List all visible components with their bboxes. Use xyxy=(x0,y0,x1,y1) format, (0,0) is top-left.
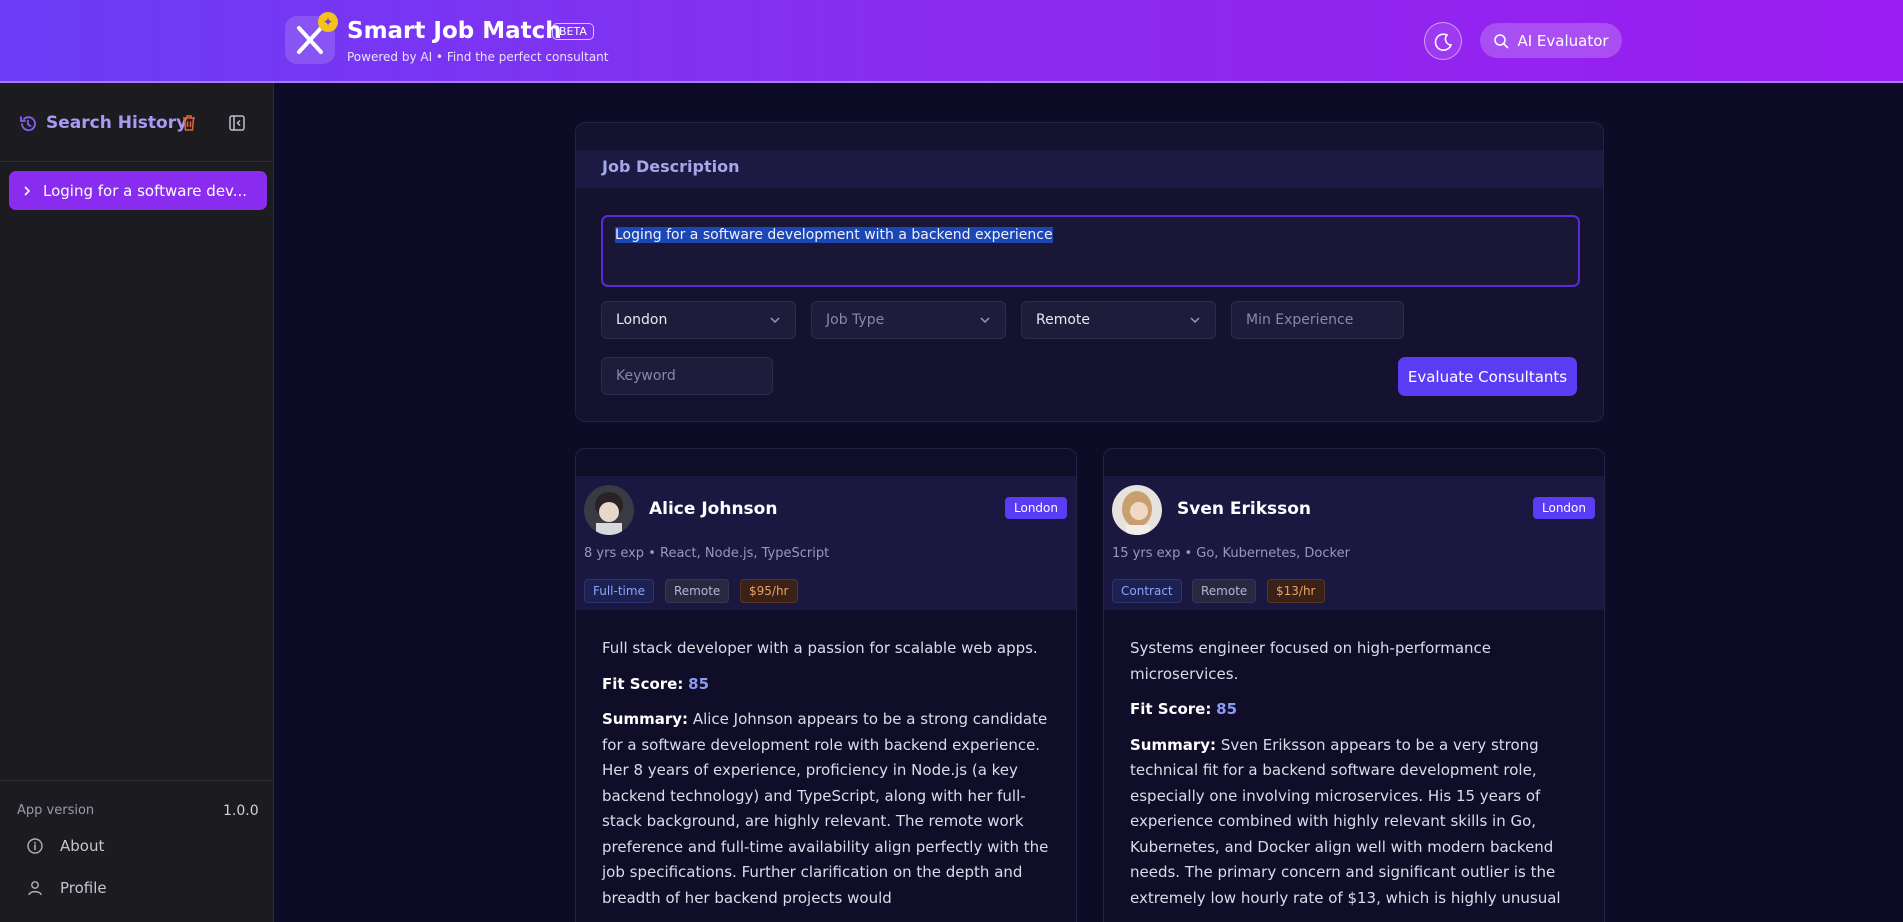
user-icon xyxy=(28,881,42,896)
summary-text: Alice Johnson appears to be a strong can… xyxy=(602,710,1049,907)
fit-score-label: Fit Score: xyxy=(1130,700,1212,718)
chevron-down-icon xyxy=(770,317,780,324)
trash-icon[interactable] xyxy=(181,114,197,132)
summary: Summary: Alice Johnson appears to be a s… xyxy=(602,707,1057,911)
work-mode-tag: Remote xyxy=(1192,579,1257,603)
chevron-down-icon xyxy=(1190,317,1200,324)
evaluate-consultants-button[interactable]: Evaluate Consultants xyxy=(1398,357,1577,396)
job-description-panel: Job Description Loging for a software de… xyxy=(575,122,1604,422)
work-mode-value: Remote xyxy=(1036,312,1091,328)
fit-score-value: 85 xyxy=(688,674,710,693)
sidebar-title: Search History xyxy=(46,113,188,133)
avatar xyxy=(584,485,634,535)
job-type-tag: Full-time xyxy=(584,579,654,603)
job-description-input[interactable]: Loging for a software development with a… xyxy=(601,215,1580,287)
app-version-label: App version xyxy=(17,803,95,818)
job-description-text: Loging for a software development with a… xyxy=(615,227,1053,243)
consultant-bio: Full stack developer with a passion for … xyxy=(602,639,1038,657)
beta-badge: BETA xyxy=(552,23,594,40)
card-body: Full stack developer with a passion for … xyxy=(602,636,1057,921)
consultant-card: Alice Johnson London 8 yrs exp • React, … xyxy=(575,448,1077,922)
app-subtitle: Powered by AI • Find the perfect consult… xyxy=(347,50,609,64)
work-mode-tag: Remote xyxy=(665,579,730,603)
fit-score: Fit Score: 85 xyxy=(1130,697,1585,723)
about-label: About xyxy=(60,837,105,855)
consultant-name: Sven Eriksson xyxy=(1177,499,1312,519)
sparkle-icon: ✦ xyxy=(318,12,338,32)
history-item[interactable]: Loging for a software dev... xyxy=(9,171,267,210)
app-header: ✦ Smart Job Match BETA Powered by AI • F… xyxy=(0,0,1903,83)
summary-text: Sven Eriksson appears to be a very stron… xyxy=(1130,735,1561,907)
min-experience-placeholder: Min Experience xyxy=(1246,312,1354,328)
job-type-tag: Contract xyxy=(1112,579,1182,603)
fit-score: Fit Score: 85 xyxy=(602,672,1057,698)
app-version-value: 1.0.0 xyxy=(223,803,259,819)
fit-score-value: 85 xyxy=(1216,700,1238,718)
profile-label: Profile xyxy=(60,879,107,897)
consultant-card: Sven Eriksson London 15 yrs exp • Go, Ku… xyxy=(1103,448,1605,922)
keyword-input[interactable]: Keyword xyxy=(601,357,773,395)
location-badge: London xyxy=(1005,497,1067,519)
min-experience-input[interactable]: Min Experience xyxy=(1231,301,1404,339)
theme-toggle-button[interactable] xyxy=(1424,22,1462,60)
consultant-meta: 8 yrs exp • React, Node.js, TypeScript xyxy=(584,546,830,561)
collapse-sidebar-icon[interactable] xyxy=(228,114,246,132)
sidebar-footer-divider xyxy=(0,780,274,781)
summary-label: Summary: xyxy=(602,710,689,728)
search-icon xyxy=(1494,33,1509,48)
consultant-name: Alice Johnson xyxy=(649,499,778,519)
avatar xyxy=(1112,485,1162,535)
moon-icon xyxy=(1434,33,1453,51)
keyword-placeholder: Keyword xyxy=(616,368,676,384)
sidebar-item-about[interactable]: About xyxy=(26,837,104,855)
rate-tag: $95/hr xyxy=(740,579,798,603)
sidebar: Search History Loging for a software dev… xyxy=(0,83,274,922)
location-value: London xyxy=(616,312,668,328)
app-title: Smart Job Match xyxy=(347,18,562,44)
rate-tag: $13/hr xyxy=(1267,579,1325,603)
job-description-title: Job Description xyxy=(602,157,740,176)
work-mode-select[interactable]: Remote xyxy=(1021,301,1216,339)
location-badge: London xyxy=(1533,497,1595,519)
consultant-meta: 15 yrs exp • Go, Kubernetes, Docker xyxy=(1112,546,1350,561)
history-item-label: Loging for a software dev... xyxy=(43,181,248,200)
fit-score-label: Fit Score: xyxy=(602,674,684,693)
card-body: Systems engineer focused on high-perform… xyxy=(1130,636,1585,921)
info-icon xyxy=(27,838,43,854)
ai-evaluator-label: AI Evaluator xyxy=(1517,31,1609,50)
chevron-right-icon xyxy=(24,185,31,196)
summary: Summary: Sven Eriksson appears to be a v… xyxy=(1130,733,1585,912)
ai-evaluator-button[interactable]: AI Evaluator xyxy=(1480,23,1622,58)
location-select[interactable]: London xyxy=(601,301,796,339)
job-type-placeholder: Job Type xyxy=(826,312,885,328)
history-icon xyxy=(20,116,36,132)
sidebar-item-profile[interactable]: Profile xyxy=(26,879,107,897)
chevron-down-icon xyxy=(980,317,990,324)
summary-label: Summary: xyxy=(1130,735,1217,754)
consultant-bio: Systems engineer focused on high-perform… xyxy=(1130,639,1492,683)
job-type-select[interactable]: Job Type xyxy=(811,301,1006,339)
sidebar-divider xyxy=(0,161,274,162)
